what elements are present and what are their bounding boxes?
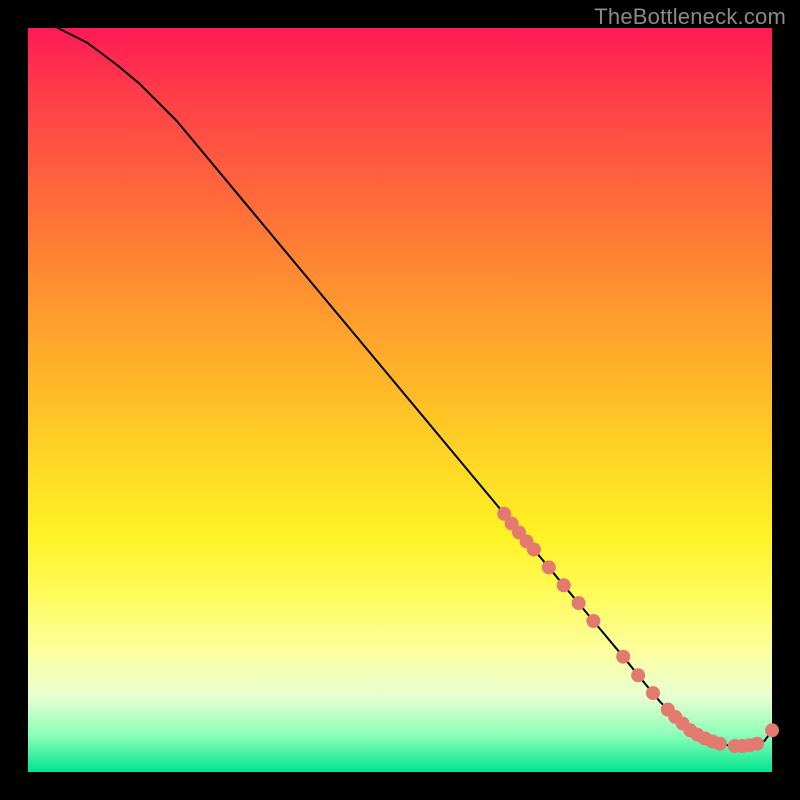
data-marker	[557, 578, 571, 592]
data-marker	[542, 560, 556, 574]
data-marker	[527, 543, 541, 557]
chart-stage: TheBottleneck.com	[0, 0, 800, 800]
marker-group	[497, 507, 779, 753]
chart-overlay	[0, 0, 800, 800]
data-marker	[616, 650, 630, 664]
data-marker	[750, 737, 764, 751]
data-marker	[646, 686, 660, 700]
data-marker	[631, 668, 645, 682]
data-marker	[586, 614, 600, 628]
data-marker	[713, 737, 727, 751]
data-marker	[572, 596, 586, 610]
data-marker	[765, 723, 779, 737]
curve-line	[58, 28, 772, 746]
